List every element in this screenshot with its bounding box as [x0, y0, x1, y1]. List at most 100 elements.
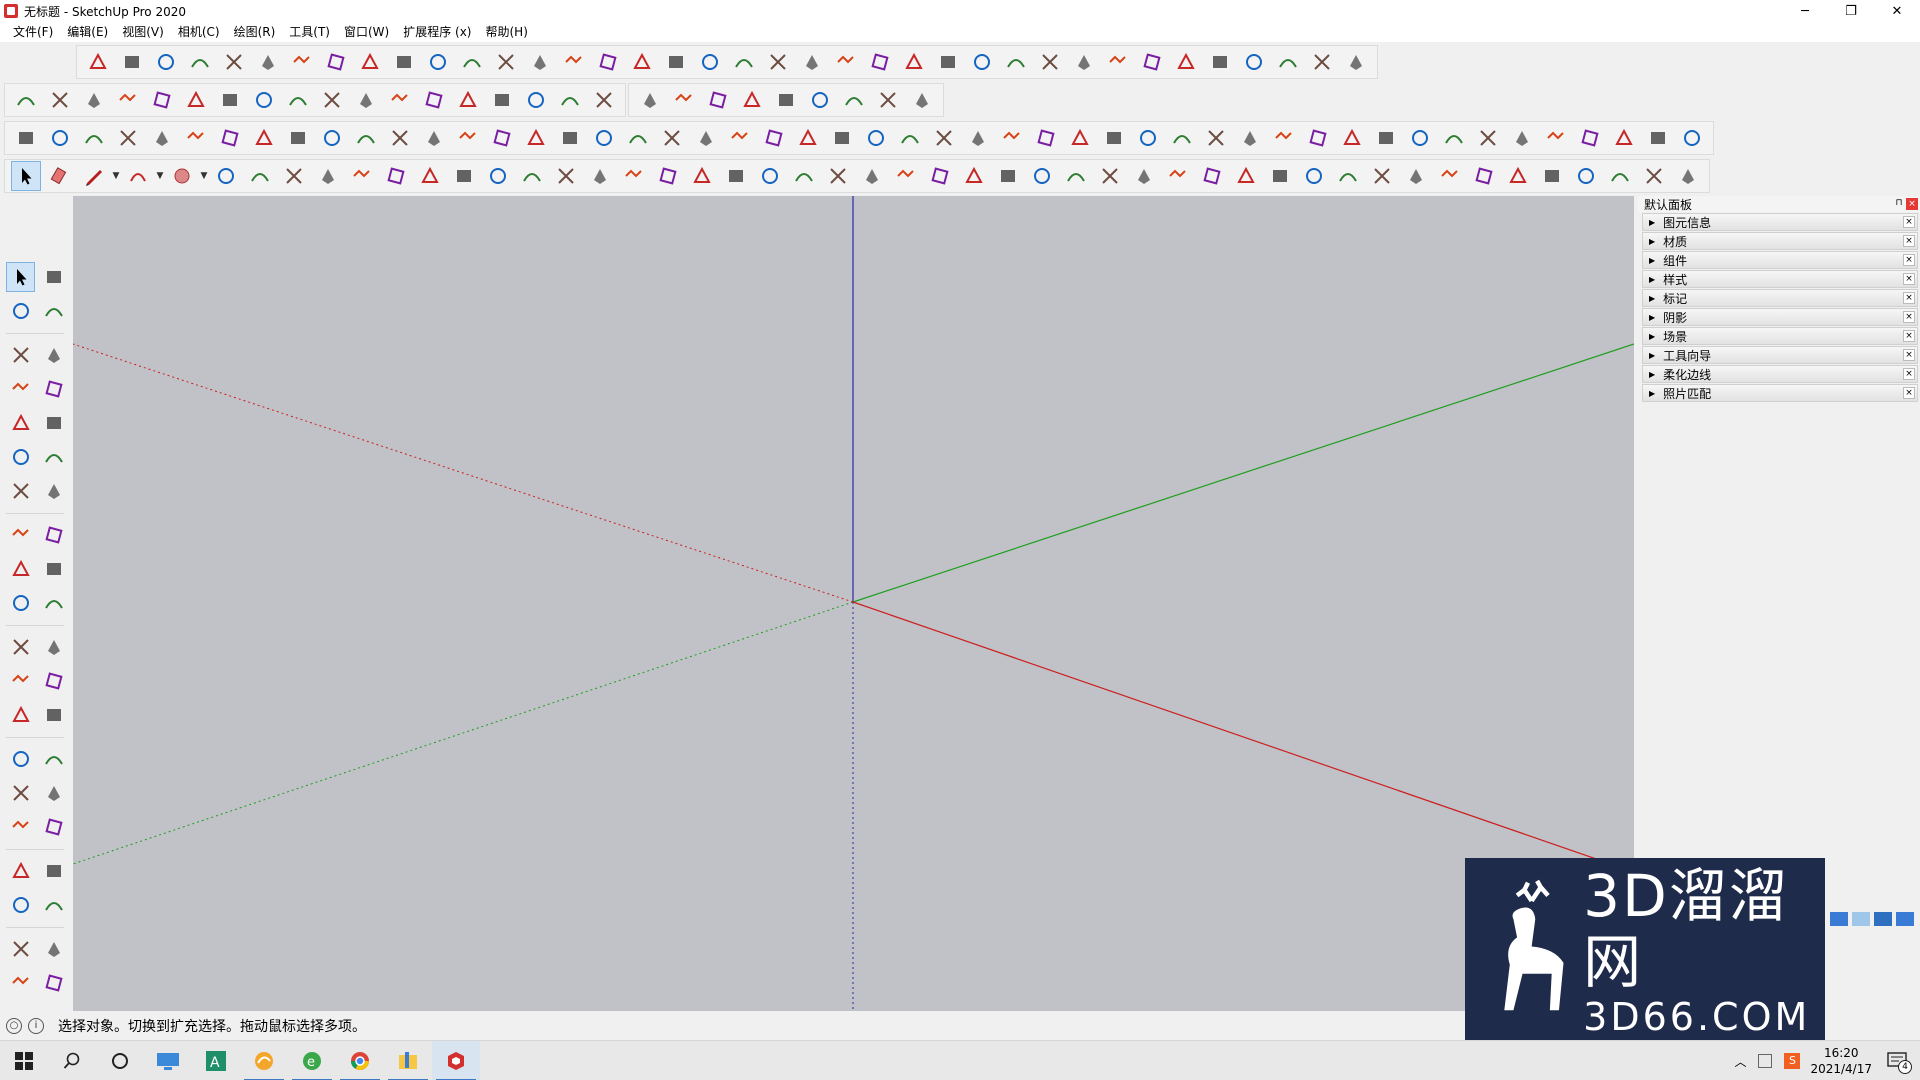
extension-tool-button[interactable] [1103, 47, 1133, 77]
panel-components[interactable]: ▶ 组件 × [1642, 251, 1918, 269]
extension-tool-button[interactable] [355, 47, 385, 77]
left-tool-button[interactable] [6, 934, 35, 964]
toolset-tool-button[interactable] [925, 161, 955, 191]
toolset-tool-button[interactable] [823, 161, 853, 191]
left-tool-button[interactable] [6, 666, 35, 696]
extension-tools-tool-button[interactable] [351, 123, 381, 153]
menu-tools[interactable]: 工具(T) [282, 22, 337, 42]
extension-tools-tool-button[interactable] [419, 123, 449, 153]
extension-tools-tool-button[interactable] [691, 123, 721, 153]
left-tool-button[interactable] [39, 666, 68, 696]
toolset-tool-button[interactable] [1231, 161, 1261, 191]
panel-close-icon[interactable]: × [1903, 273, 1915, 285]
extension-tool-button[interactable] [491, 47, 521, 77]
left-tool-button[interactable] [6, 778, 35, 808]
extension-tool-button[interactable] [1341, 47, 1371, 77]
toolset-tool-button[interactable] [347, 161, 377, 191]
arc-dropdown-chevron-icon[interactable]: ▼ [155, 171, 165, 181]
extension-tools-tool-button[interactable] [1167, 123, 1197, 153]
extension-tools-tool-button[interactable] [1371, 123, 1401, 153]
menu-extensions[interactable]: 扩展程序 (x) [396, 22, 478, 42]
extension-tool-button[interactable] [151, 47, 181, 77]
menu-camera[interactable]: 相机(C) [171, 22, 227, 42]
extension-tools-tool-button[interactable] [1303, 123, 1333, 153]
panel-materials[interactable]: ▶ 材质 × [1642, 232, 1918, 250]
extension-tool-button[interactable] [695, 47, 725, 77]
toolset-tool-button[interactable] [993, 161, 1023, 191]
tray-close-button[interactable]: × [1906, 198, 1918, 210]
taskbar-app-a[interactable]: A [192, 1041, 240, 1080]
keyboard-icon[interactable] [1830, 912, 1848, 926]
extension-tool-button[interactable] [457, 47, 487, 77]
task-view-button[interactable] [96, 1041, 144, 1080]
panel-close-icon[interactable]: × [1903, 368, 1915, 380]
curve-tool-button[interactable] [215, 85, 245, 115]
extension-tool-button[interactable] [627, 47, 657, 77]
left-tool-button[interactable] [6, 554, 35, 584]
left-tool-button[interactable] [39, 812, 68, 842]
shirt-icon[interactable] [1874, 912, 1892, 926]
left-select-tool-button[interactable] [6, 262, 36, 292]
action-center-button[interactable]: 4 [1882, 1046, 1912, 1076]
grid-icon[interactable] [1896, 912, 1914, 926]
extension-tools-tool-button[interactable] [1031, 123, 1061, 153]
left-tool-button[interactable] [39, 744, 68, 774]
toolset-tool-button[interactable] [1299, 161, 1329, 191]
toolset-tool-button[interactable] [789, 161, 819, 191]
panel-instructor[interactable]: ▶ 工具向导 × [1642, 346, 1918, 364]
left-tool-button[interactable] [6, 700, 35, 730]
toolset-tool-button[interactable] [1435, 161, 1465, 191]
toolset-tool-button[interactable] [1129, 161, 1159, 191]
taskbar-clock[interactable]: 16:20 2021/4/17 [1810, 1045, 1872, 1077]
curve-tool-button[interactable] [351, 85, 381, 115]
toolset-tool-button[interactable] [1503, 161, 1533, 191]
extension-tool-button[interactable] [1069, 47, 1099, 77]
toolset-tool-button[interactable] [1061, 161, 1091, 191]
extension-tools-tool-button[interactable] [997, 123, 1027, 153]
arc-tool-button[interactable] [123, 161, 153, 191]
menu-file[interactable]: 文件(F) [6, 22, 60, 42]
menu-help[interactable]: 帮助(H) [478, 22, 534, 42]
extension-tools-tool-button[interactable] [283, 123, 313, 153]
toolset-tool-button[interactable] [279, 161, 309, 191]
taskbar-chrome[interactable] [336, 1041, 384, 1080]
left-tool-button[interactable] [39, 408, 68, 438]
left-tool-button[interactable] [39, 340, 68, 370]
extension-tools-tool-button[interactable] [453, 123, 483, 153]
extension-tool-button[interactable] [1307, 47, 1337, 77]
extension-extrude-tool-button[interactable] [839, 85, 869, 115]
left-tool-button[interactable] [39, 968, 68, 998]
extension-tools-tool-button[interactable] [827, 123, 857, 153]
panel-close-icon[interactable]: × [1903, 235, 1915, 247]
taskbar-file-explorer[interactable] [144, 1041, 192, 1080]
extension-tool-button[interactable] [1035, 47, 1065, 77]
extension-tools-tool-button[interactable] [929, 123, 959, 153]
sogou-ime-icon[interactable]: S [1784, 1053, 1801, 1069]
curve-tool-button[interactable] [589, 85, 619, 115]
info-icon[interactable]: i [28, 1018, 44, 1034]
extension-tools-tool-button[interactable] [963, 123, 993, 153]
extension-tool-button[interactable] [593, 47, 623, 77]
extension-tool-button[interactable] [797, 47, 827, 77]
left-tool-button[interactable] [39, 520, 68, 550]
extension-tools-tool-button[interactable] [249, 123, 279, 153]
panel-match-photo[interactable]: ▶ 照片匹配 × [1642, 384, 1918, 402]
toolset-tool-button[interactable] [1265, 161, 1295, 191]
shape-dropdown-chevron-icon[interactable]: ▼ [199, 171, 209, 181]
curve-tool-button[interactable] [249, 85, 279, 115]
extension-tool-button[interactable] [389, 47, 419, 77]
extension-extrude-tool-button[interactable] [635, 85, 665, 115]
left-tool-button[interactable] [39, 856, 68, 886]
extension-tool-button[interactable] [831, 47, 861, 77]
panel-shadows[interactable]: ▶ 阴影 × [1642, 308, 1918, 326]
curve-tool-button[interactable] [45, 85, 75, 115]
extension-tools-tool-button[interactable] [1133, 123, 1163, 153]
left-tool-button[interactable] [39, 934, 68, 964]
extension-tools-tool-button[interactable] [1337, 123, 1367, 153]
extension-tools-tool-button[interactable] [1201, 123, 1231, 153]
toolset-tool-button[interactable] [959, 161, 989, 191]
toolset-tool-button[interactable] [1605, 161, 1635, 191]
extension-tool-button[interactable] [83, 47, 113, 77]
extension-tool-button[interactable] [117, 47, 147, 77]
restore-button[interactable]: ❐ [1828, 0, 1874, 22]
